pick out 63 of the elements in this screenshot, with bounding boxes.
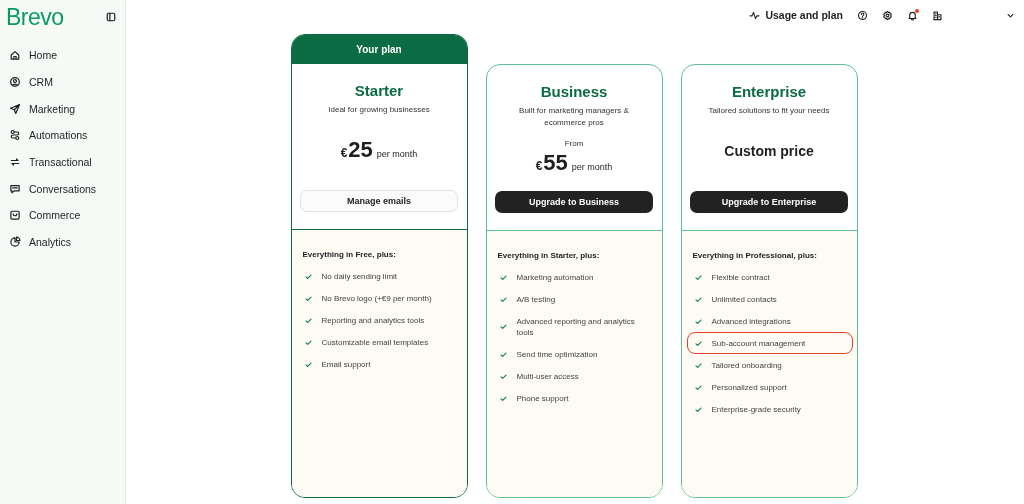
settings-icon (882, 9, 893, 21)
nav-item[interactable]: Home (0, 42, 125, 69)
features-title: Everything in Starter, plus: (497, 251, 601, 260)
feature-text: Marketing automation (516, 271, 594, 283)
plan-name: Starter (354, 82, 404, 100)
nav-item[interactable]: Commerce (0, 202, 125, 229)
plan-tagline: Ideal for growing businesses (327, 104, 431, 116)
nav-item[interactable]: Conversations (0, 175, 125, 203)
upgrade-button[interactable]: Upgrade to Business (495, 191, 653, 213)
nav-item[interactable]: Marketing (0, 95, 125, 123)
help-icon (857, 9, 868, 21)
features-title: Everything in Free, plus: (302, 250, 397, 259)
price-period: per month (376, 149, 418, 159)
manage-button[interactable]: Manage emails (300, 190, 458, 212)
price-prefix: From (564, 138, 584, 148)
contact-icon (9, 76, 21, 89)
sidebar-toggle-icon (105, 11, 117, 23)
feature-text: Send time optimization (516, 348, 598, 360)
store-icon (9, 209, 21, 222)
feature-text: Advanced reporting and analytics tools (516, 315, 636, 338)
feature-text: Personalized support (711, 381, 787, 393)
feature-text: Sub-account management (711, 337, 806, 349)
plan-badge: Your plan (291, 35, 467, 64)
nav-item[interactable]: Automations (0, 122, 125, 149)
flow-icon (9, 129, 21, 142)
feature-text: Tailored onboarding (711, 359, 782, 371)
feature-text: Customizable email templates (321, 336, 429, 348)
feature-text: Email support (321, 358, 371, 370)
chat-icon (9, 182, 21, 195)
feature-text: Advanced integrations (711, 315, 791, 327)
check-icon (498, 322, 508, 331)
price-period: per month (571, 161, 613, 172)
currency-symbol: € (340, 146, 348, 160)
upgrade-button[interactable]: Upgrade to Enterprise (690, 191, 848, 213)
activity-icon (749, 9, 761, 21)
features-title: Everything in Professional, plus: (692, 251, 818, 260)
feature-text: A/B testing (516, 293, 556, 305)
send-icon (9, 102, 21, 115)
building-icon (932, 9, 943, 21)
feature-text: Enterprise-grade security (711, 403, 801, 415)
price-amount: 25 (348, 137, 373, 163)
plan-tagline: Built for marketing managers & ecommerce pros (518, 105, 630, 129)
currency-symbol: € (535, 158, 543, 173)
feature-text: Unlimited contacts (711, 293, 777, 305)
feature-text: No daily sending limit (321, 270, 398, 282)
plan-name: Enterprise (731, 83, 807, 101)
price-amount: 55 (543, 149, 568, 176)
feature-text: Multi-user access (516, 370, 579, 382)
pie-icon (9, 236, 21, 249)
bell-icon (907, 9, 918, 21)
feature-text: No Brevo logo (+€9 per month) (321, 292, 432, 304)
custom-price: Custom price (724, 143, 814, 159)
nav-item[interactable]: CRM (0, 68, 125, 96)
feature-text: Flexible contract (711, 271, 770, 283)
plan-tagline: Tailored solutions to fit your needs (707, 105, 831, 117)
usage-and-plan-button[interactable]: Usage and plan (749, 9, 843, 21)
nav-item[interactable]: Transactional (0, 148, 125, 176)
home-icon (9, 49, 21, 62)
plan-name: Business (540, 83, 608, 101)
feature-text: Reporting and analytics tools (321, 314, 425, 326)
repeat-icon (9, 156, 21, 169)
nav-item[interactable]: Analytics (0, 228, 125, 256)
feature-text: Phone support (516, 392, 569, 404)
